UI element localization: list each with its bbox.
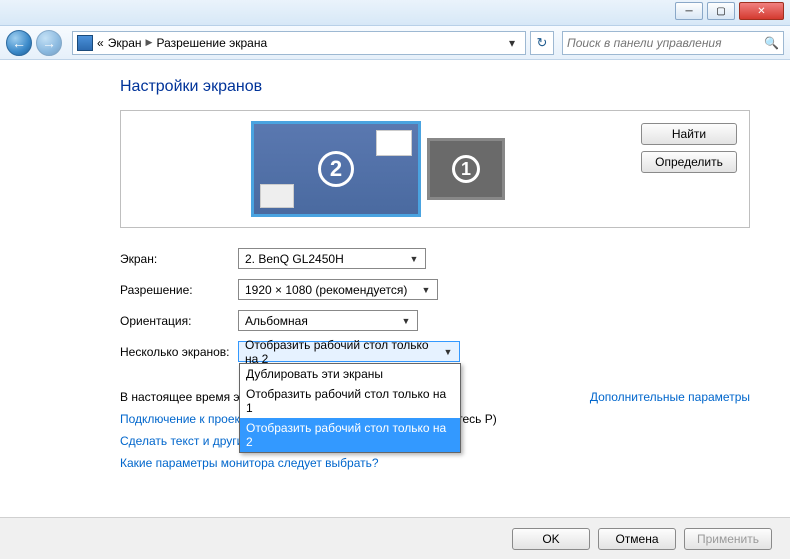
breadcrumb-current[interactable]: Разрешение экрана <box>156 36 267 50</box>
monitor-arrangement-box: 2 1 Найти Определить <box>120 110 750 228</box>
ok-button[interactable]: OK <box>512 528 590 550</box>
additional-params-link[interactable]: Дополнительные параметры <box>590 390 750 404</box>
search-input[interactable] <box>567 36 764 50</box>
search-box[interactable]: 🔍 <box>562 31 784 55</box>
monitor-number: 2 <box>318 151 354 187</box>
search-icon[interactable]: 🔍 <box>764 36 779 50</box>
find-button[interactable]: Найти <box>641 123 737 145</box>
resolution-select[interactable]: 1920 × 1080 (рекомендуется) ▼ <box>238 279 438 300</box>
window-thumb-icon <box>376 130 412 156</box>
dropdown-option[interactable]: Дублировать эти экраны <box>240 364 460 384</box>
breadcrumb-prefix: « <box>97 36 104 50</box>
address-bar[interactable]: « Экран ▶ Разрешение экрана ▾ <box>72 31 526 55</box>
chevron-down-icon: ▼ <box>407 254 421 264</box>
address-dropdown-icon[interactable]: ▾ <box>503 36 521 50</box>
dialog-footer: OK Отмена Применить <box>0 517 790 559</box>
dropdown-option-selected[interactable]: Отобразить рабочий стол только на 2 <box>240 418 460 452</box>
orientation-select[interactable]: Альбомная ▼ <box>238 310 418 331</box>
breadcrumb-arrow-icon: ▶ <box>146 37 153 48</box>
multiple-displays-dropdown: Дублировать эти экраны Отобразить рабочи… <box>239 363 461 453</box>
chevron-down-icon: ▼ <box>419 285 433 295</box>
window-thumb-icon <box>260 184 294 208</box>
maximize-button[interactable]: ▢ <box>707 2 735 20</box>
nav-back-button[interactable]: ← <box>6 30 32 56</box>
close-button[interactable]: ✕ <box>739 2 784 20</box>
minimize-button[interactable]: ─ <box>675 2 703 20</box>
current-display-text: В настоящее время эт <box>120 390 245 404</box>
breadcrumb-root[interactable]: Экран <box>108 36 142 50</box>
screen-label: Экран: <box>120 252 238 266</box>
monitor-1[interactable]: 1 <box>427 138 505 200</box>
apply-button[interactable]: Применить <box>684 528 772 550</box>
titlebar: ─ ▢ ✕ <box>0 0 790 26</box>
refresh-button[interactable]: ↻ <box>530 31 554 55</box>
nav-forward-button[interactable]: → <box>36 30 62 56</box>
multiple-displays-label: Несколько экранов: <box>120 345 238 359</box>
page-heading: Настройки экранов <box>120 78 750 96</box>
orientation-label: Ориентация: <box>120 314 238 328</box>
chevron-down-icon: ▼ <box>441 347 455 357</box>
content-area: Настройки экранов 2 1 Найти Определить Э… <box>0 60 790 517</box>
which-monitor-link[interactable]: Какие параметры монитора следует выбрать… <box>120 456 379 470</box>
monitor-preview[interactable]: 2 1 <box>129 119 627 219</box>
screen-select[interactable]: 2. BenQ GL2450H ▼ <box>238 248 426 269</box>
monitor-number: 1 <box>452 155 480 183</box>
monitor-2[interactable]: 2 <box>251 121 421 217</box>
dropdown-option[interactable]: Отобразить рабочий стол только на 1 <box>240 384 460 418</box>
identify-button[interactable]: Определить <box>641 151 737 173</box>
control-panel-icon <box>77 35 93 51</box>
navbar: ← → « Экран ▶ Разрешение экрана ▾ ↻ 🔍 <box>0 26 790 60</box>
resolution-label: Разрешение: <box>120 283 238 297</box>
multiple-displays-select[interactable]: Отобразить рабочий стол только на 2 ▼ Ду… <box>238 341 460 362</box>
cancel-button[interactable]: Отмена <box>598 528 676 550</box>
chevron-down-icon: ▼ <box>399 316 413 326</box>
